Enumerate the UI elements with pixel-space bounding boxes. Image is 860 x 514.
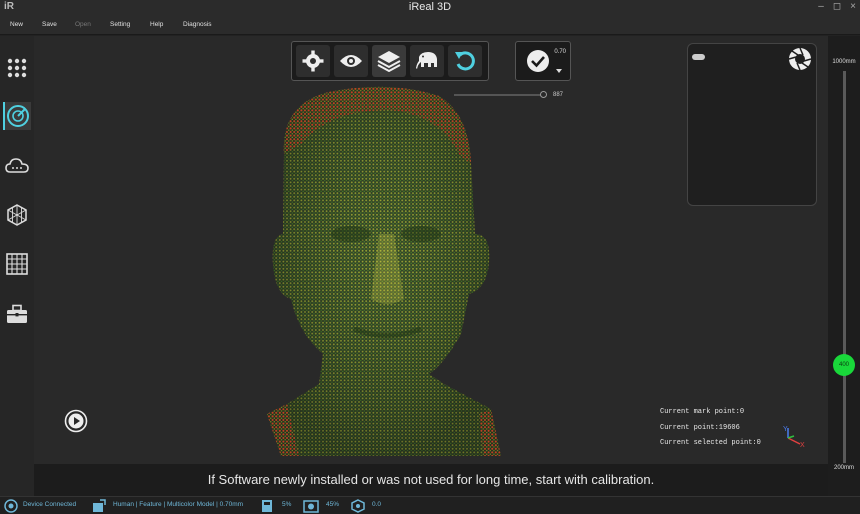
- sidebar-item-table[interactable]: [3, 250, 31, 278]
- camera-value: 45%: [326, 501, 340, 508]
- distance-track: [843, 71, 846, 463]
- layers-icon: [377, 51, 401, 72]
- hexagon-icon: [351, 499, 365, 513]
- sidebar-item-cloud[interactable]: [3, 152, 31, 180]
- checkmark-icon: [527, 50, 549, 72]
- close-button[interactable]: ×: [847, 1, 859, 12]
- sidebar-item-projects[interactable]: [3, 54, 31, 82]
- app-window: iR iReal 3D – ◻ × New Save Open Setting …: [0, 0, 860, 514]
- grid-table-icon: [6, 253, 28, 275]
- scan-statistics: Current mark point:0 Current point:19606…: [660, 408, 761, 455]
- sidebar-item-mesh[interactable]: [3, 201, 31, 229]
- axis-x-label: X: [800, 442, 805, 448]
- storage-icon: [262, 500, 272, 512]
- sidebar-item-tools[interactable]: [3, 300, 31, 328]
- undo-icon: [455, 51, 475, 71]
- menu-setting[interactable]: Setting: [110, 21, 130, 28]
- window-title: iReal 3D: [408, 1, 452, 13]
- sidebar-item-scan[interactable]: [3, 102, 31, 130]
- camera-icon: [303, 500, 319, 513]
- scan-mode-icon: [93, 499, 106, 512]
- menu-diagnosis[interactable]: Diagnosis: [183, 21, 212, 28]
- current-mark-point: Current mark point:0: [660, 408, 745, 416]
- distance-indicator[interactable]: 400: [833, 354, 855, 376]
- status-bar: Device Connected Human | Feature | Multi…: [0, 496, 860, 514]
- distance-gauge: 1000mm 400 200mm: [828, 36, 860, 496]
- camera-preview-panel: [687, 43, 817, 206]
- distance-max-label: 1000mm: [832, 59, 856, 65]
- scan-mode: Human | Feature | Multicolor Model | 0.7…: [113, 501, 244, 508]
- camera-shutter-icon[interactable]: [788, 47, 812, 71]
- threshold-value: 0.70: [554, 49, 566, 55]
- menu-bar: New Save Open Setting Help Diagnosis: [0, 16, 860, 35]
- axis-y-label: Y: [783, 426, 788, 433]
- point-size-value: 887: [553, 92, 564, 98]
- layers-button[interactable]: [372, 45, 406, 77]
- view-toolbar: [291, 41, 489, 81]
- point-size-slider[interactable]: [454, 91, 547, 98]
- preview-toggle[interactable]: [692, 54, 705, 60]
- menu-new[interactable]: New: [10, 21, 23, 28]
- elephant-button[interactable]: [410, 45, 444, 77]
- elephant-icon: [416, 52, 437, 69]
- device-status: Device Connected: [23, 501, 77, 508]
- point-cloud-model[interactable]: [239, 84, 559, 464]
- storage-value: 5%: [282, 501, 292, 508]
- grid-dots-icon: [7, 58, 27, 78]
- undo-button[interactable]: [448, 45, 482, 77]
- toolbox-icon: [7, 304, 27, 323]
- slider-handle[interactable]: [540, 91, 547, 98]
- settings-button[interactable]: [296, 45, 330, 77]
- chevron-down-icon: [556, 69, 562, 73]
- view-button[interactable]: [334, 45, 368, 77]
- calibration-message: If Software newly installed or was not u…: [34, 464, 828, 496]
- cloud-icon: [5, 158, 29, 173]
- sidebar: [0, 36, 34, 496]
- current-selected-point: Current selected point:0: [660, 439, 761, 447]
- eye-icon: [340, 55, 362, 67]
- current-point: Current point:19606: [660, 423, 740, 432]
- mesh-icon: [7, 204, 27, 226]
- distance-min-label: 200mm: [833, 465, 854, 471]
- menu-save[interactable]: Save: [42, 21, 57, 28]
- menu-open[interactable]: Open: [75, 21, 91, 28]
- play-button[interactable]: [64, 409, 88, 433]
- minimize-button[interactable]: –: [815, 1, 827, 12]
- other-value: 0.0: [372, 501, 382, 508]
- settings-gear-icon: [302, 50, 324, 72]
- threshold-dropdown[interactable]: 0.70: [515, 41, 571, 81]
- maximize-button[interactable]: ◻: [831, 1, 843, 12]
- scan-target-icon: [7, 105, 29, 127]
- axis-indicator: Y X: [783, 426, 805, 448]
- menu-help[interactable]: Help: [150, 21, 163, 28]
- 3d-viewport[interactable]: 0.70 887 Current mark point:0 Current po…: [34, 36, 828, 464]
- title-bar: iR iReal 3D – ◻ ×: [0, 0, 860, 16]
- device-connected-icon: [4, 499, 18, 513]
